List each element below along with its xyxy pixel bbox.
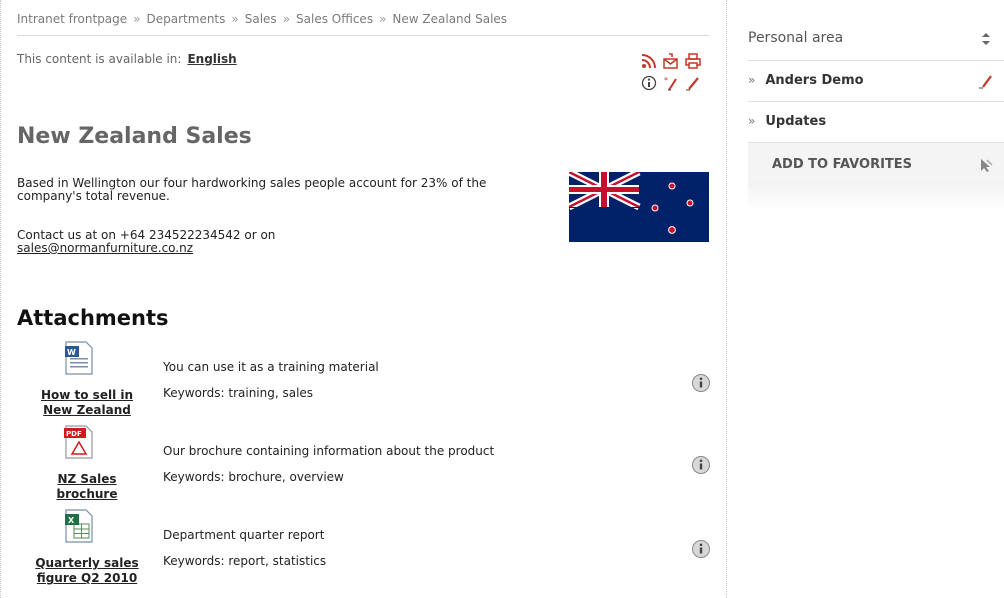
sidebar-item-label: Updates [765,114,827,129]
favorites-icon [981,159,993,172]
info-icon[interactable] [691,455,711,475]
main-content: Intranet frontpage » Departments » Sales » Sal… [0,0,727,598]
breadcrumb-separator: » [282,12,291,26]
svg-text:W: W [67,348,76,357]
contact-text: Contact us at on +64 234522234542 or on [17,228,276,242]
pdf-file-icon[interactable]: PDF [64,424,94,460]
email-link[interactable]: sales@normanfurniture.co.nz [17,241,193,255]
breadcrumb-separator: » [133,12,141,26]
attachment-link-how-to-sell[interactable]: How to sell in New Zealand [25,388,149,418]
attachment-keywords: Keywords: report, statistics [163,554,327,568]
translate-icon[interactable]: * [663,75,679,91]
svg-text:X: X [68,516,75,525]
sort-icon[interactable] [978,31,994,47]
sidebar-item-updates[interactable]: » Updates [748,102,1004,143]
page-title: New Zealand Sales [17,124,252,149]
breadcrumb-intranet-frontpage[interactable]: Intranet frontpage [17,12,127,26]
arrow-icon: » [748,114,756,128]
attachment-keywords: Keywords: training, sales [163,386,314,400]
info-icon[interactable] [691,539,711,559]
breadcrumb: Intranet frontpage » Departments » Sales » Sal… [17,12,507,26]
sidebar-item-label: Anders Demo [765,73,864,88]
breadcrumb-sales-offices[interactable]: Sales Offices [296,12,373,26]
breadcrumb-current: New Zealand Sales [392,12,508,26]
page-body: Based in Wellington our four hardworking… [17,177,552,255]
personal-area-title: Personal area [748,30,844,46]
attachment-description: Department quarter report [163,528,325,542]
svg-text:PDF: PDF [66,430,82,438]
personal-area-sidebar: Personal area » Anders Demo » Updates ADD … [748,20,1004,189]
email-icon[interactable] [663,53,679,69]
arrow-icon: » [748,73,756,87]
svg-text:*: * [664,76,668,85]
breadcrumb-sales[interactable]: Sales [245,12,277,26]
attachment-description: Our brochure containing information abou… [163,444,495,458]
contact-paragraph: Contact us at on +64 234522234542 or on … [17,229,552,255]
print-icon[interactable] [685,53,701,69]
page-tools: * [641,50,721,94]
attachment-link-nz-sales-brochure[interactable]: NZ Sales brochure [25,472,149,502]
attachment-link-quarterly-sales[interactable]: Quarterly sales figure Q2 2010 [25,556,149,586]
intro-paragraph: Based in Wellington our four hardworking… [17,176,487,203]
attachments-title: Attachments [17,306,169,330]
new-zealand-flag-image [569,172,709,242]
personal-area-header[interactable]: Personal area [748,20,1004,61]
info-icon[interactable] [641,75,657,91]
sidebar-item-anders-demo[interactable]: » Anders Demo [748,61,1004,102]
add-to-favorites-label: ADD TO FAVORITES [772,157,913,172]
breadcrumb-departments[interactable]: Departments [147,12,226,26]
breadcrumb-separator: » [231,12,239,26]
language-link-english[interactable]: English [187,52,236,66]
sidebar-shadow [748,182,1004,212]
edit-icon[interactable] [685,75,701,91]
info-icon[interactable] [691,373,711,393]
pencil-icon[interactable] [978,73,994,89]
attachment-description: You can use it as a training material [163,360,379,374]
attachment-keywords: Keywords: brochure, overview [163,470,344,484]
word-file-icon[interactable]: W [64,340,94,376]
breadcrumb-separator: » [379,12,387,26]
language-bar: This content is available in: English [17,52,237,66]
excel-file-icon[interactable]: X [64,508,94,544]
language-label: This content is available in: [17,52,182,66]
breadcrumb-divider [17,35,709,36]
rss-icon[interactable] [641,53,657,69]
